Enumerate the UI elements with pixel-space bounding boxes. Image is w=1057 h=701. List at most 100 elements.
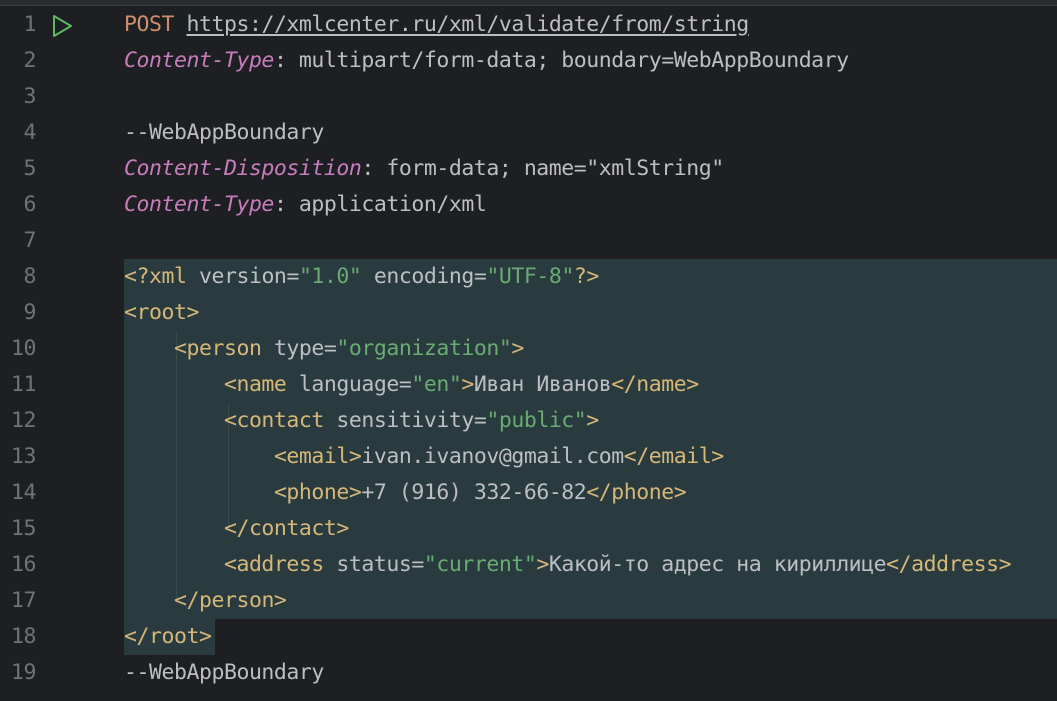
code-line[interactable]: 16 <address status="current">Какой-то ад… [0,547,1057,583]
code-text[interactable]: <contact sensitivity="public"> [124,403,599,439]
code-text[interactable]: Content-Disposition: form-data; name="xm… [124,151,724,187]
line-number: 13 [11,444,36,469]
token-txt: : form-data; name="xmlString" [361,156,724,181]
token-tag: </email> [623,444,724,469]
code-line[interactable]: 13 <email>ivan.ivanov@gmail.com</email> [0,439,1057,475]
line-number: 5 [23,156,37,181]
token-attr: type [273,336,324,361]
token-hdr: Content-Disposition [124,156,362,181]
code-text[interactable]: <?xml version="1.0" encoding="UTF-8"?> [124,259,599,295]
token-tag: </root> [124,624,212,649]
code-line[interactable]: 19 --WebAppBoundary [0,655,1057,691]
line-number: 9 [23,300,37,325]
code-line[interactable]: 8 <?xml version="1.0" encoding="UTF-8"?> [0,259,1057,295]
code-text[interactable]: --WebAppBoundary [124,655,324,691]
code-text[interactable]: <name language="en">Иван Иванов</name> [124,367,699,403]
token-tag: <address [223,552,337,577]
code-line[interactable]: 5 Content-Disposition: form-data; name="x… [0,151,1057,187]
line-number: 2 [23,48,37,73]
code-line[interactable]: 9 <root> [0,295,1057,331]
code-text[interactable]: <root> [124,295,199,331]
code-text[interactable]: <phone>+7 (916) 332-66-82</phone> [124,475,687,511]
token-val: "public" [486,408,587,433]
line-number: 10 [11,336,36,361]
token-tag: <email> [273,444,362,469]
code-line[interactable]: 14 <phone>+7 (916) 332-66-82</phone> [0,475,1057,511]
token-url[interactable]: https://xmlcenter.ru/xml/validate/from/s… [186,12,749,37]
code-text[interactable]: --WebAppBoundary [124,115,324,151]
token-val: "en" [411,372,462,397]
token-txt: Иван Иванов [473,372,612,397]
line-number: 12 [11,408,36,433]
line-number: 15 [11,516,36,541]
line-number: 7 [23,228,37,253]
token-attr: status [336,552,412,577]
code-text[interactable]: Content-Type: multipart/form-data; bound… [124,43,849,79]
token-attr: language [298,372,399,397]
token-tag: </name> [611,372,699,397]
token-txt: Какой-то адрес на кириллице [548,552,887,577]
token-val: "1.0" [298,264,362,289]
code-line[interactable]: 10 <person type="organization"> [0,331,1057,367]
code-text[interactable]: <address status="current">Какой-то адрес… [124,547,1012,583]
code-text[interactable]: </person> [124,583,287,619]
code-line[interactable]: 3 [0,79,1057,115]
line-number: 18 [11,624,36,649]
token-tag: <person [173,336,274,361]
code-line[interactable]: 12 <contact sensitivity="public"> [0,403,1057,439]
code-text[interactable]: </root> [124,619,212,655]
token-tag: <phone> [273,480,362,505]
token-tag: > [536,552,549,577]
token-txt: --WebAppBoundary [124,660,324,685]
code-line[interactable]: 1 POST https://xmlcenter.ru/xml/validate/… [0,7,1057,43]
token-tag: <name [223,372,299,397]
code-line[interactable]: 18 </root> [0,619,1057,655]
token-tag: <root> [124,300,199,325]
token-txt: = [473,264,487,289]
code-line[interactable]: 17 </person> [0,583,1057,619]
token-txt: ivan.ivanov@gmail.com [361,444,624,469]
token-val: "UTF-8" [486,264,574,289]
line-number: 3 [23,84,37,109]
editor-top-border [0,0,1057,6]
line-number: 16 [11,552,36,577]
line-number: 11 [11,372,36,397]
token-tag: </address> [886,552,1012,577]
code-line[interactable]: 6 Content-Type: application/xml [0,187,1057,223]
code-text[interactable]: <person type="organization"> [124,331,524,367]
token-val: "current" [423,552,537,577]
line-number: 4 [23,120,37,145]
token-txt: --WebAppBoundary [124,120,324,145]
token-hdr: Content-Type [124,192,274,217]
token-txt: = [411,552,424,577]
line-number: 6 [23,192,37,217]
code-line[interactable]: 7 [0,223,1057,259]
token-tag: </person> [173,588,287,613]
code-text[interactable]: <email>ivan.ivanov@gmail.com</email> [124,439,724,475]
token-tag: > [461,372,474,397]
code-text[interactable]: </contact> [124,511,349,547]
line-number: 17 [11,588,36,613]
token-attr: version [198,264,287,289]
code-line[interactable]: 11 <name language="en">Иван Иванов</name… [0,367,1057,403]
token-txt: : application/xml [273,192,487,217]
code-line[interactable]: 4 --WebAppBoundary [0,115,1057,151]
token-tag: > [511,336,524,361]
line-number: 1 [23,12,37,37]
code-line[interactable]: 2 Content-Type: multipart/form-data; boun… [0,43,1057,79]
token-val: "organization" [336,336,512,361]
token-tag: > [586,408,599,433]
http-client-editor[interactable]: 1 POST https://xmlcenter.ru/xml/validate/… [0,0,1057,701]
code-text[interactable]: Content-Type: application/xml [124,187,487,223]
code-text[interactable]: POST https://xmlcenter.ru/xml/validate/f… [124,7,749,43]
line-number: 8 [23,264,37,289]
code-line[interactable]: 15 </contact> [0,511,1057,547]
